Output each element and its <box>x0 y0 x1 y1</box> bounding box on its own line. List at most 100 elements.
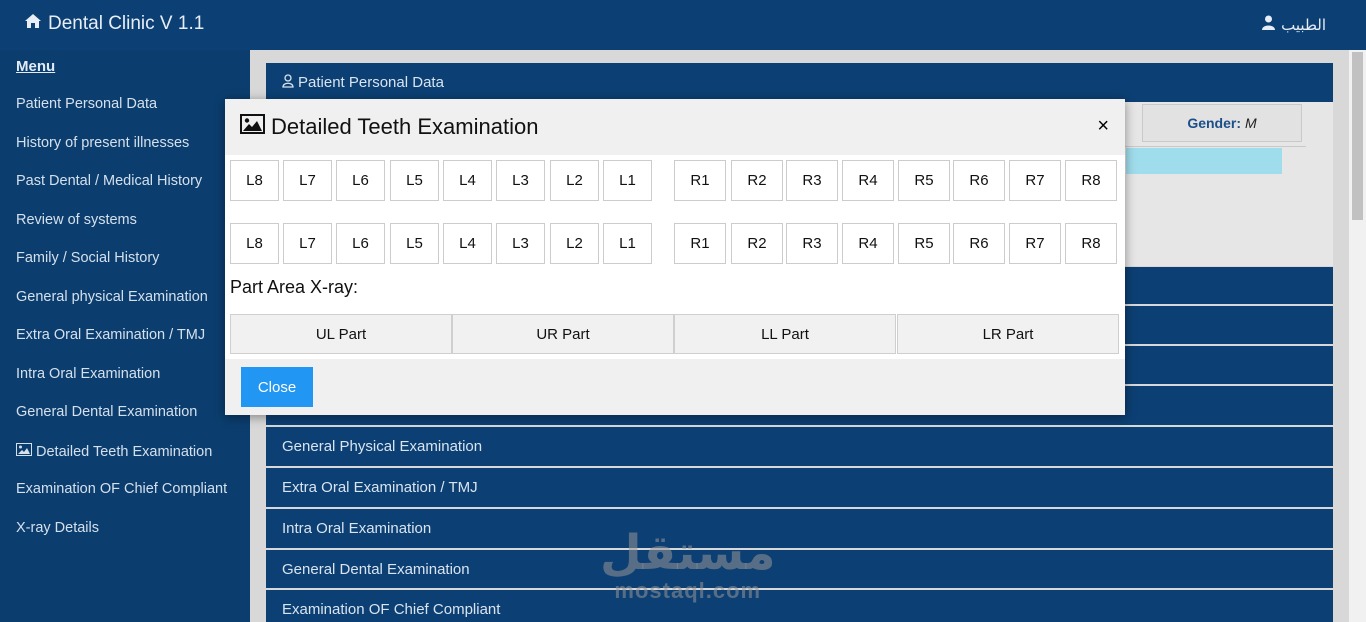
sidebar-item-detailed-teeth-examination[interactable]: Detailed Teeth Examination <box>16 443 212 460</box>
modal-footer: Close <box>225 359 1125 415</box>
watermark-arabic: مستقل <box>600 527 776 580</box>
image-icon <box>240 114 265 140</box>
ur-part-button[interactable]: UR Part <box>452 314 674 354</box>
sidebar-item-past-dental-medical-history[interactable]: Past Dental / Medical History <box>16 173 202 189</box>
section-label: General Dental Examination <box>282 560 470 578</box>
sidebar-item-label: Detailed Teeth Examination <box>36 443 213 460</box>
tooth-button[interactable]: L3 <box>496 160 545 201</box>
watermark-latin: mostaql.com <box>614 578 762 603</box>
section-label: Extra Oral Examination / TMJ <box>282 479 478 496</box>
sidebar-item-examination-chief-compliant[interactable]: Examination OF Chief Compliant <box>16 481 227 497</box>
user-menu[interactable]: الطبيب <box>1262 15 1326 34</box>
tooth-button[interactable]: R7 <box>1009 160 1061 201</box>
sidebar-item-extra-oral-examination[interactable]: Extra Oral Examination / TMJ <box>16 327 205 343</box>
highlighted-cell <box>1126 148 1282 174</box>
tooth-button[interactable]: R7 <box>1009 223 1061 264</box>
page-scrollbar[interactable] <box>1349 50 1366 622</box>
sidebar: Menu Patient Personal Data History of pr… <box>0 50 250 622</box>
tooth-button[interactable]: L8 <box>230 223 279 264</box>
lr-part-button[interactable]: LR Part <box>897 314 1119 354</box>
gender-value: M <box>1245 115 1257 131</box>
section-label: Examination OF Chief Compliant <box>282 600 501 618</box>
sidebar-item-label: X-ray Details <box>16 520 99 536</box>
section-examination-chief-compliant[interactable]: Examination OF Chief Compliant <box>266 590 1333 622</box>
gender-label: Gender: <box>1187 115 1241 131</box>
tooth-button[interactable]: R5 <box>898 223 950 264</box>
section-intra-oral-examination[interactable]: Intra Oral Examination <box>266 509 1333 548</box>
brand-title: Dental Clinic V 1.1 <box>48 13 205 34</box>
image-icon <box>16 443 32 460</box>
tooth-button[interactable]: L7 <box>283 223 332 264</box>
part-area-label: Part Area X-ray: <box>230 277 359 297</box>
tooth-button[interactable]: R4 <box>842 223 894 264</box>
sidebar-item-family-social-history[interactable]: Family / Social History <box>16 250 159 266</box>
sidebar-item-label: General Dental Examination <box>16 404 198 420</box>
tooth-button[interactable]: L6 <box>336 160 385 201</box>
modal-title: Detailed Teeth Examination <box>240 114 538 140</box>
tooth-button[interactable]: R1 <box>674 160 726 201</box>
sidebar-item-general-physical-examination[interactable]: General physical Examination <box>16 289 208 305</box>
tooth-button[interactable]: L4 <box>443 160 492 201</box>
tooth-button[interactable]: R8 <box>1065 223 1117 264</box>
sidebar-item-label: Review of systems <box>16 212 137 228</box>
tooth-button[interactable]: R1 <box>674 223 726 264</box>
tooth-button[interactable]: R5 <box>898 160 950 201</box>
brand[interactable]: Dental Clinic V 1.1 <box>24 13 204 35</box>
tooth-button[interactable]: L5 <box>390 160 439 201</box>
sidebar-item-history-present-illnesses[interactable]: History of present illnesses <box>16 135 189 151</box>
tooth-button[interactable]: L5 <box>390 223 439 264</box>
tooth-button[interactable]: R3 <box>786 160 838 201</box>
patient-panel-title: Patient Personal Data <box>298 74 444 91</box>
tooth-button[interactable]: L7 <box>283 160 332 201</box>
section-extra-oral-examination[interactable]: Extra Oral Examination / TMJ <box>266 468 1333 507</box>
sidebar-item-label: Examination OF Chief Compliant <box>16 481 228 497</box>
gender-cell: Gender: M <box>1142 104 1302 142</box>
scrollbar-thumb[interactable] <box>1352 52 1363 220</box>
sidebar-item-intra-oral-examination[interactable]: Intra Oral Examination <box>16 366 160 382</box>
home-icon <box>24 13 42 35</box>
sidebar-item-label: Intra Oral Examination <box>16 366 161 382</box>
patient-panel-header[interactable]: Patient Personal Data <box>266 63 1333 102</box>
tooth-button[interactable]: R3 <box>786 223 838 264</box>
tooth-button[interactable]: L6 <box>336 223 385 264</box>
tooth-button[interactable]: L1 <box>603 160 652 201</box>
tooth-button[interactable]: L2 <box>550 223 599 264</box>
section-general-dental-examination[interactable]: General Dental Examination <box>266 550 1333 588</box>
close-icon[interactable]: × <box>1097 115 1109 138</box>
tooth-button[interactable]: R6 <box>953 223 1005 264</box>
user-label: الطبيب <box>1281 16 1326 34</box>
sidebar-item-label: Past Dental / Medical History <box>16 173 203 189</box>
sidebar-item-review-of-systems[interactable]: Review of systems <box>16 212 137 228</box>
sidebar-item-label: Patient Personal Data <box>16 96 158 112</box>
tooth-button[interactable]: L2 <box>550 160 599 201</box>
tooth-button[interactable]: R2 <box>731 223 783 264</box>
tooth-button[interactable]: L8 <box>230 160 279 201</box>
tooth-button[interactable]: R8 <box>1065 160 1117 201</box>
menu-title[interactable]: Menu <box>16 58 55 75</box>
sidebar-item-patient-personal-data[interactable]: Patient Personal Data <box>16 96 157 112</box>
watermark: مستقل mostaql.com <box>600 528 776 602</box>
section-label: General Physical Examination <box>282 438 483 455</box>
ll-part-button[interactable]: LL Part <box>674 314 896 354</box>
modal-header: Detailed Teeth Examination × <box>225 99 1125 155</box>
tooth-button[interactable]: R4 <box>842 160 894 201</box>
sidebar-item-label: History of present illnesses <box>16 135 190 151</box>
teeth-examination-modal: Detailed Teeth Examination × L8 L7 L6 L5… <box>225 99 1125 415</box>
ul-part-button[interactable]: UL Part <box>230 314 452 354</box>
section-label: Intra Oral Examination <box>282 520 432 537</box>
tooth-button[interactable]: L1 <box>603 223 652 264</box>
tooth-button[interactable]: R2 <box>731 160 783 201</box>
section-general-physical-examination[interactable]: General Physical Examination <box>266 427 1333 466</box>
sidebar-item-xray-details[interactable]: X-ray Details <box>16 520 99 536</box>
user-icon <box>1262 15 1276 34</box>
user-outline-icon <box>282 73 294 92</box>
tooth-button[interactable]: R6 <box>953 160 1005 201</box>
sidebar-item-label: General physical Examination <box>16 289 208 305</box>
tooth-button[interactable]: L4 <box>443 223 492 264</box>
close-button[interactable]: Close <box>241 367 313 407</box>
sidebar-item-label: Extra Oral Examination / TMJ <box>16 327 206 343</box>
tooth-button[interactable]: L3 <box>496 223 545 264</box>
sidebar-item-general-dental-examination[interactable]: General Dental Examination <box>16 404 197 420</box>
top-bar: Dental Clinic V 1.1 الطبيب <box>0 0 1366 50</box>
modal-title-text: Detailed Teeth Examination <box>271 114 539 139</box>
